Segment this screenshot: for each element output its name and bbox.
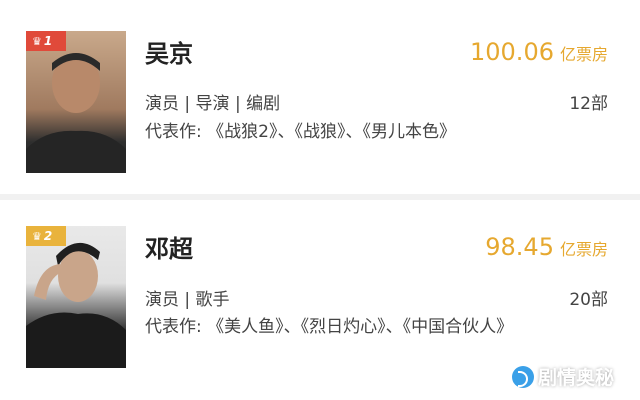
rank-badge: ♛ 1 bbox=[26, 31, 66, 51]
watermark: 剧情奥秘 bbox=[511, 363, 614, 390]
star-card[interactable]: ♛ 1 吴京 100.06 亿票房 演员 | 导演 | 编剧 12部 代表作: 《… bbox=[0, 0, 640, 200]
star-roles: 演员 | 歌手 bbox=[145, 290, 230, 310]
watermark-text: 剧情奥秘 bbox=[537, 367, 614, 389]
rank-number: 2 bbox=[43, 229, 53, 243]
film-count: 20部 bbox=[569, 290, 608, 310]
star-name[interactable]: 邓超 bbox=[145, 229, 193, 264]
star-photo[interactable]: ♛ 1 bbox=[26, 31, 126, 173]
star-name[interactable]: 吴京 bbox=[145, 34, 193, 69]
crown-icon: ♛ bbox=[32, 229, 42, 243]
rank-badge: ♛ 2 bbox=[26, 226, 66, 246]
representative-works: 代表作: 《战狼2》、《战狼》、《男儿本色》 bbox=[145, 122, 456, 142]
crown-icon: ♛ bbox=[32, 34, 42, 48]
box-office-unit: 亿票房 bbox=[559, 240, 608, 259]
box-office: 100.06 亿票房 bbox=[470, 38, 608, 66]
box-office-value: 98.45 bbox=[485, 233, 554, 261]
box-office-value: 100.06 bbox=[470, 38, 554, 66]
film-count: 12部 bbox=[569, 94, 608, 114]
star-card[interactable]: ♛ 2 邓超 98.45 亿票房 演员 | 歌手 20部 代表作: 《美人鱼》、《… bbox=[0, 200, 640, 390]
box-office-unit: 亿票房 bbox=[559, 45, 608, 64]
logo-icon bbox=[511, 365, 534, 388]
star-roles: 演员 | 导演 | 编剧 bbox=[145, 94, 281, 114]
rank-number: 1 bbox=[43, 34, 53, 48]
box-office: 98.45 亿票房 bbox=[485, 233, 608, 261]
representative-works: 代表作: 《美人鱼》、《烈日灼心》、《中国合伙人》 bbox=[145, 317, 514, 337]
star-photo[interactable]: ♛ 2 bbox=[26, 226, 126, 368]
